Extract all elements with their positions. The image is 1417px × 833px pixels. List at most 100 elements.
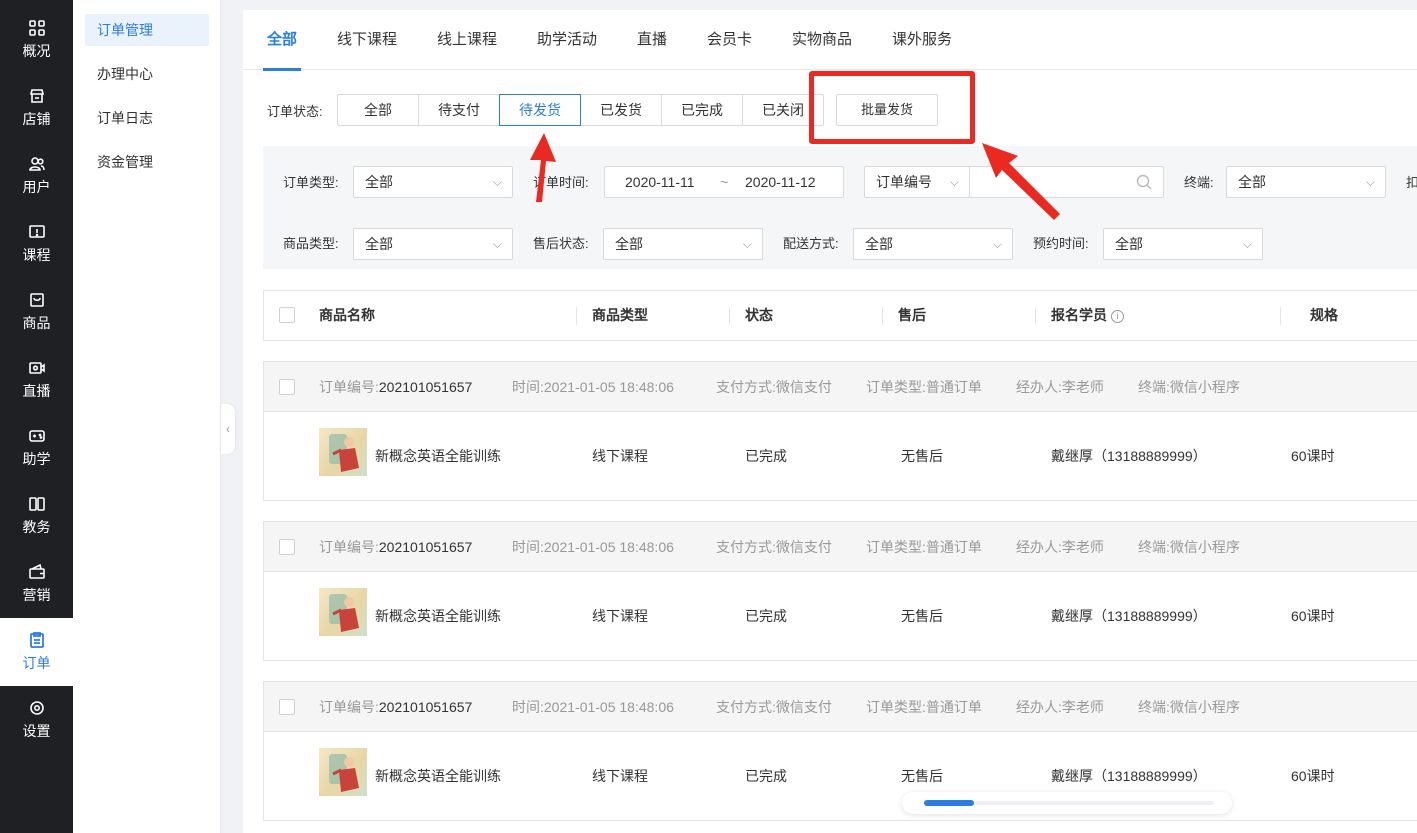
goods-type-select[interactable]: 全部 ⌵ [353, 228, 513, 260]
horizontal-scrollbar[interactable] [902, 792, 1232, 814]
order-number-label: 订单编号: [319, 539, 379, 555]
date-end: 2020-11-12 [745, 174, 816, 190]
book-icon [28, 495, 46, 513]
nav-item-users[interactable]: 用户 [0, 142, 73, 210]
order-date-range[interactable]: 2020-11-11 ~ 2020-11-12 [604, 166, 844, 198]
tab-offline-course[interactable]: 线下课程 [337, 10, 397, 70]
product-name[interactable]: 新概念英语全能训练 [375, 732, 501, 820]
status-pending-shipment[interactable]: 待发货 [499, 94, 581, 126]
terminal-value: 微信小程序 [1169, 379, 1240, 395]
tab-extracurricular[interactable]: 课外服务 [892, 10, 952, 70]
order-terminal: 终端:微信小程序 [1138, 362, 1240, 412]
terminal-select[interactable]: 全部 ⌵ [1226, 166, 1386, 198]
nav-label: 直播 [22, 383, 51, 399]
order-checkbox[interactable] [279, 379, 295, 395]
order-type-value: 普通订单 [925, 699, 982, 715]
nav-item-assist[interactable]: 助学 [0, 414, 73, 482]
nav-item-academic[interactable]: 教务 [0, 482, 73, 550]
status-completed[interactable]: 已完成 [661, 94, 743, 126]
order-checkbox[interactable] [279, 539, 295, 555]
order-type-value: 普通订单 [925, 379, 982, 395]
status-closed[interactable]: 已关闭 [742, 94, 824, 126]
tab-physical-goods[interactable]: 实物商品 [792, 10, 852, 70]
submenu-order-log[interactable]: 订单日志 [85, 102, 209, 134]
handler: 经办人:李老师 [1016, 362, 1104, 412]
order-number: 订单编号:202101051657 [319, 522, 472, 572]
appointment-select[interactable]: 全部 ⌵ [1103, 228, 1263, 260]
tab-assist-activity[interactable]: 助学活动 [537, 10, 597, 70]
order-type: 订单类型:普通订单 [866, 522, 982, 572]
order-card: 订单编号:202101051657 时间:2021-01-05 18:48:06… [263, 681, 1417, 821]
order-number-label: 订单编号: [319, 379, 379, 395]
product-name[interactable]: 新概念英语全能训练 [375, 412, 501, 500]
order-checkbox[interactable] [279, 699, 295, 715]
column-divider [576, 307, 577, 325]
delivery-select[interactable]: 全部 ⌵ [853, 228, 1013, 260]
order-status: 已完成 [745, 608, 787, 624]
chevron-left-icon: ‹ [226, 422, 230, 436]
select-all-checkbox[interactable] [279, 307, 295, 323]
submenu-handling-center[interactable]: 办理中心 [85, 58, 209, 90]
order-type-select[interactable]: 全部 ⌵ [353, 166, 513, 198]
submenu-order-management[interactable]: 订单管理 [85, 14, 209, 46]
status-all[interactable]: 全部 [337, 94, 419, 126]
users-icon [28, 155, 46, 173]
tab-online-course[interactable]: 线上课程 [437, 10, 497, 70]
main-nav: 概况 店铺 用户 课程 商品 直播 助学 教务 营销 订单 设置 [0, 0, 73, 833]
goods-type-value: 全部 [365, 236, 393, 252]
order-type-value: 全部 [365, 174, 393, 190]
terminal-value: 微信小程序 [1169, 539, 1240, 555]
submenu-fund-management[interactable]: 资金管理 [85, 146, 209, 178]
nav-item-course[interactable]: 课程 [0, 210, 73, 278]
nav-label: 教务 [22, 519, 51, 535]
nav-item-marketing[interactable]: 营销 [0, 550, 73, 618]
order-time: 时间:2021-01-05 18:48:06 [512, 362, 674, 412]
handler-label: 经办人: [1016, 379, 1062, 395]
order-type-value: 普通订单 [925, 539, 982, 555]
order-status: 已完成 [745, 448, 787, 464]
spec: 60课时 [1291, 768, 1335, 784]
product-name[interactable]: 新概念英语全能训练 [375, 572, 501, 660]
nav-item-orders[interactable]: 订单 [0, 618, 73, 686]
search-icon[interactable] [1135, 173, 1153, 194]
order-no-search-input[interactable] [969, 166, 1164, 198]
product-type: 线下课程 [592, 448, 648, 464]
nav-item-overview[interactable]: 概况 [0, 6, 73, 74]
scrollbar-thumb[interactable] [924, 800, 974, 806]
payment-value: 微信支付 [775, 379, 832, 395]
handler-label: 经办人: [1016, 539, 1062, 555]
table-row: 新概念英语全能训练 线下课程 已完成 无售后 戴继厚（13188889999） … [264, 412, 1417, 500]
appointment-label: 预约时间: [1033, 236, 1089, 251]
payment-label: 支付方式: [716, 699, 776, 715]
bag-icon [28, 291, 46, 309]
chevron-down-icon: ⌵ [949, 175, 959, 189]
batch-ship-button[interactable]: 批量发货 [836, 94, 938, 126]
nav-item-store[interactable]: 店铺 [0, 74, 73, 142]
after-sale-select[interactable]: 全部 ⌵ [603, 228, 763, 260]
tab-all[interactable]: 全部 [262, 10, 302, 71]
nav-label: 店铺 [22, 111, 51, 127]
handler: 经办人:李老师 [1016, 522, 1104, 572]
table-row: 新概念英语全能训练 线下课程 已完成 无售后 戴继厚（13188889999） … [264, 732, 1417, 820]
info-icon[interactable]: i [1111, 309, 1124, 323]
handler-value: 李老师 [1061, 699, 1104, 715]
col-student-label: 报名学员 [1051, 307, 1107, 323]
status-pending-payment[interactable]: 待支付 [418, 94, 500, 126]
product-thumbnail [319, 428, 367, 476]
order-time-value: 2021-01-05 18:48:06 [543, 699, 674, 715]
nav-item-settings[interactable]: 设置 [0, 686, 73, 754]
col-product-type: 商品类型 [592, 307, 648, 323]
chevron-down-icon: ⌵ [1242, 237, 1252, 251]
order-time: 时间:2021-01-05 18:48:06 [512, 682, 674, 732]
chevron-down-icon: ⌵ [992, 237, 1002, 251]
terminal-value: 微信小程序 [1169, 699, 1240, 715]
tab-membership-card[interactable]: 会员卡 [707, 10, 752, 70]
status-shipped[interactable]: 已发货 [580, 94, 662, 126]
nav-item-goods[interactable]: 商品 [0, 278, 73, 346]
order-card: 订单编号:202101051657 时间:2021-01-05 18:48:06… [263, 361, 1417, 501]
tab-live[interactable]: 直播 [637, 10, 667, 70]
order-no-type-select[interactable]: 订单编号 ⌵ [864, 166, 970, 198]
order-time-label: 时间: [512, 379, 544, 395]
collapse-sidebar-button[interactable]: ‹ [221, 404, 235, 454]
nav-item-live[interactable]: 直播 [0, 346, 73, 414]
